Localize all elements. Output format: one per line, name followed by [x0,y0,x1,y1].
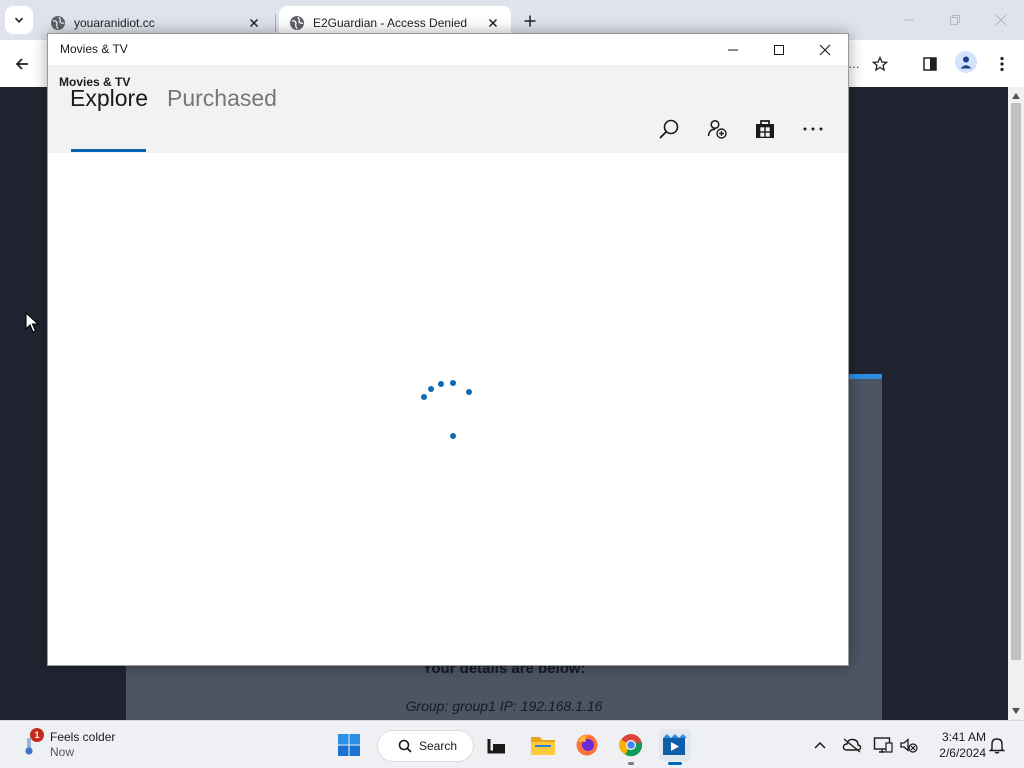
taskbar-app-task-view[interactable] [481,729,513,761]
weather-time: Now [50,745,75,759]
panel-accent-bar [848,374,882,379]
store-icon [756,120,774,138]
maximize-icon [774,45,784,55]
windows-logo-icon [338,734,360,756]
taskbar-search-label: Search [419,739,458,753]
app-content-area [48,153,848,665]
monitor-icon [873,737,893,753]
browser-tab-title: youaranidiot.cc [74,16,155,30]
side-panel-icon [923,57,937,71]
weather-alert-badge: 1 [30,728,44,742]
taskbar-app-file-explorer[interactable] [527,729,559,761]
volume-status-button[interactable] [898,734,920,756]
chevron-down-icon [14,17,24,23]
add-person-icon [707,119,727,139]
tab-explore[interactable]: Explore [70,85,148,112]
notifications-button[interactable] [986,734,1008,756]
spinner-dot [466,389,472,395]
cloud-offline-icon [842,738,862,753]
app-maximize-button[interactable] [767,38,791,62]
kebab-menu-icon [1000,56,1004,72]
chrome-running-indicator [628,762,634,765]
bell-icon [989,738,1005,754]
spinner-dot [428,386,434,392]
app-more-button[interactable] [800,116,826,142]
search-icon [398,739,412,753]
app-titlebar[interactable]: Movies & TV [48,34,848,65]
firefox-icon [576,734,598,756]
browser-restore-button[interactable] [943,8,967,32]
person-icon [960,56,972,69]
star-icon [872,56,888,72]
onedrive-status-button[interactable] [841,734,863,756]
scrollbar-thumb[interactable] [1011,103,1021,660]
mouse-pointer-icon [25,312,39,333]
scroll-up-arrow[interactable] [1011,91,1021,101]
spinner-dot [450,380,456,386]
show-hidden-icons-button[interactable] [809,734,831,756]
tab-separator [275,14,276,32]
close-icon [819,44,831,56]
profile-avatar[interactable] [955,51,977,73]
bookmark-button[interactable] [868,52,892,76]
chevron-up-icon [814,741,826,749]
movies-tv-active-indicator [668,762,682,765]
app-close-button[interactable] [813,38,837,62]
spinner-dot [421,394,427,400]
close-icon [995,14,1007,26]
taskbar: 1 Feels colder Now Search 3:41 AM 2/6/20… [0,720,1024,768]
search-icon [659,119,679,139]
more-icon [803,127,823,131]
taskbar-app-firefox[interactable] [571,729,603,761]
globe-icon [290,16,304,30]
app-store-button[interactable] [752,116,778,142]
plus-icon [524,15,536,27]
triangle-up-icon [1012,93,1020,99]
globe-icon [51,16,65,30]
folder-icon [531,737,555,755]
spinner-dot [438,381,444,387]
tab-purchased[interactable]: Purchased [167,85,277,112]
browser-minimize-button[interactable] [897,8,921,32]
speaker-muted-icon [900,738,918,753]
restore-icon [950,15,960,25]
scroll-down-arrow[interactable] [1011,706,1021,716]
back-button[interactable] [10,52,34,76]
spinner-dot [450,433,456,439]
weather-condition: Feels colder [50,730,116,744]
app-search-button[interactable] [656,116,682,142]
taskbar-clock[interactable]: 3:41 AM 2/6/2024 [928,729,986,761]
start-button[interactable] [333,729,365,761]
browser-close-button[interactable] [989,8,1013,32]
app-minimize-button[interactable] [721,38,745,62]
taskbar-app-chrome[interactable] [615,729,647,761]
app-account-button[interactable] [704,116,730,142]
clock-date: 2/6/2024 [939,746,986,760]
weather-text: Feels colder Now [50,730,115,760]
side-panel-button[interactable] [918,52,942,76]
tab-close-icon[interactable] [485,15,501,31]
taskbar-app-movies-tv[interactable] [659,729,691,761]
app-window-title: Movies & TV [60,42,128,56]
chrome-icon [619,734,643,757]
tab-search-button[interactable] [5,6,33,34]
new-tab-button[interactable] [519,10,541,32]
minimize-icon [904,19,914,21]
clock-time: 3:41 AM [941,730,986,744]
browser-menu-button[interactable] [990,52,1014,76]
details-group-ip: Group: group1 IP: 192.168.1.16 [405,698,603,714]
browser-tab-title: E2Guardian - Access Denied [313,16,468,30]
tab-close-icon[interactable] [246,15,262,31]
minimize-icon [728,49,738,51]
movies-tv-window: Movies & TV Movies & TV Explore Purchase… [47,33,849,666]
taskbar-search-box[interactable]: Search [377,730,474,762]
arrow-left-icon [15,58,28,70]
triangle-down-icon [1012,708,1020,714]
selected-tab-indicator [71,149,146,152]
network-status-button[interactable] [872,734,894,756]
movies-tv-icon [663,734,687,755]
page-scrollbar[interactable] [1008,87,1024,720]
task-view-icon [487,739,505,754]
